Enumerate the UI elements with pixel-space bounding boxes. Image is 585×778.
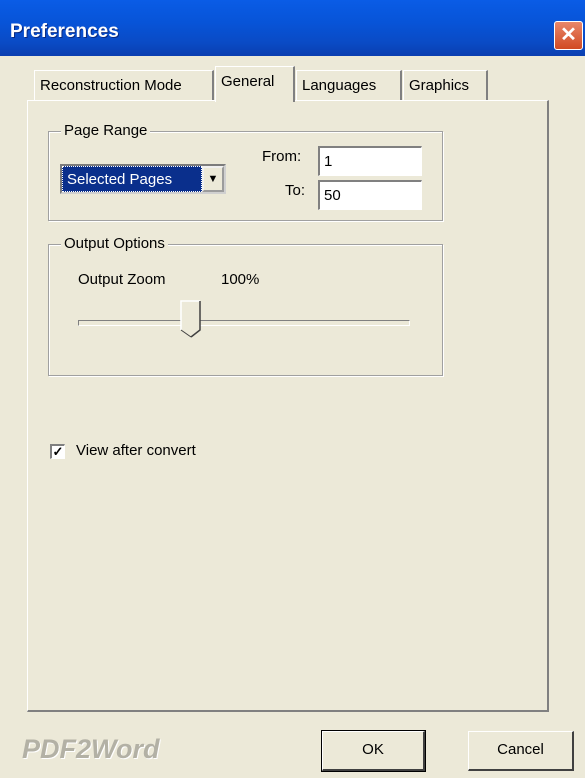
close-icon: ✕ [560,24,577,46]
page-range-select-value: Selected Pages [62,166,202,192]
tab-label: Graphics [409,77,470,94]
page-range-legend: Page Range [61,122,151,139]
output-zoom-slider-thumb[interactable] [180,300,202,338]
title-bar: Preferences ✕ [0,0,585,56]
tab-graphics[interactable]: Graphics [403,70,488,100]
output-zoom-label: Output Zoom [78,271,166,288]
ok-button[interactable]: OK [321,730,426,772]
output-options-legend: Output Options [61,235,168,252]
window-title: Preferences [10,21,119,42]
from-label: From: [262,148,302,165]
tab-label: Languages [302,77,377,94]
view-after-convert-checkbox[interactable]: ✓ [50,444,65,459]
tab-general[interactable]: General [215,66,295,102]
close-button[interactable]: ✕ [554,21,583,50]
chevron-down-icon: ▼ [207,173,219,185]
output-zoom-slider-track[interactable] [78,320,410,326]
to-label: To: [285,182,306,199]
tab-label: General [221,73,275,90]
output-options-group: Output Options [48,235,443,376]
from-page-input[interactable]: 1 [318,146,422,176]
dropdown-arrow-button[interactable]: ▼ [202,166,224,192]
tab-reconstruction-mode[interactable]: Reconstruction Mode [34,70,214,100]
cancel-button[interactable]: Cancel [468,731,574,771]
page-range-select[interactable]: Selected Pages ▼ [60,164,226,194]
tab-languages[interactable]: Languages [296,70,402,100]
checkmark-icon: ✓ [52,444,64,459]
view-after-convert-label[interactable]: View after convert [76,442,196,459]
to-page-input[interactable]: 50 [318,180,422,210]
output-zoom-value: 100% [221,271,260,288]
tab-strip: Reconstruction Mode General Languages Gr… [28,66,548,102]
brand-logo: PDF2Word [22,734,160,764]
tab-label: Reconstruction Mode [40,77,182,94]
